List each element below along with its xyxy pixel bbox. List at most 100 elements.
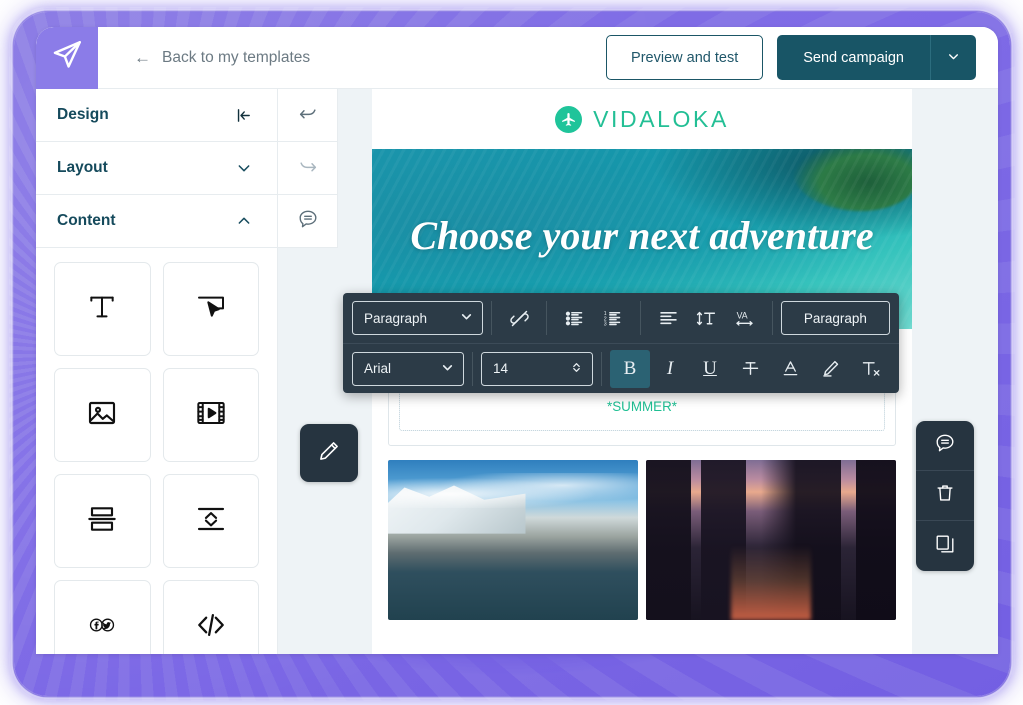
- edit-block-button[interactable]: [300, 424, 358, 482]
- airplane-icon: [555, 105, 583, 133]
- format-toolbar-row-2: Arial 14 B I U: [343, 343, 899, 393]
- back-to-templates-label: Back to my templates: [162, 48, 311, 66]
- back-to-templates-link[interactable]: ← Back to my templates: [134, 49, 310, 67]
- numbered-list-icon[interactable]: 1 2 3: [594, 299, 632, 337]
- block-tile-image[interactable]: [54, 368, 151, 462]
- block-tile-spacer[interactable]: [162, 474, 259, 568]
- sidebar-section-design[interactable]: Design: [36, 89, 277, 142]
- format-toolbar-row-1: Paragraph 1 2 3 VA Paragraph: [343, 293, 899, 343]
- send-campaign-split-button: Send campaign: [777, 35, 976, 80]
- undo-redo-rail: [278, 89, 338, 248]
- italic-icon[interactable]: I: [650, 350, 690, 388]
- photo-glacier[interactable]: [388, 460, 638, 620]
- send-campaign-button[interactable]: Send campaign: [777, 35, 930, 80]
- unlink-icon[interactable]: [500, 299, 538, 337]
- preview-and-test-button[interactable]: Preview and test: [606, 35, 764, 80]
- align-left-icon[interactable]: [649, 299, 687, 337]
- italic-glyph: I: [666, 357, 674, 379]
- block-tile-divider[interactable]: [54, 474, 151, 568]
- brand-name: VIDALOKA: [593, 105, 729, 132]
- sidebar-section-content[interactable]: Content: [36, 195, 277, 248]
- divider-icon: [86, 503, 118, 540]
- block-tile-button[interactable]: [162, 262, 259, 356]
- comment-icon: [297, 208, 319, 235]
- collapse-panel-icon[interactable]: [235, 107, 252, 124]
- top-bar: ← Back to my templates Preview and test …: [36, 27, 998, 89]
- email-brand-header: VIDALOKA: [372, 89, 912, 149]
- photo-city[interactable]: [646, 460, 896, 620]
- bulleted-list-icon[interactable]: [555, 299, 593, 337]
- block-tile-text[interactable]: [54, 262, 151, 356]
- comment-button[interactable]: [278, 195, 338, 248]
- promo-code: *SUMMER*: [607, 399, 677, 414]
- font-family-value: Arial: [364, 361, 392, 376]
- letter-spacing-icon[interactable]: VA: [726, 299, 764, 337]
- font-size-input[interactable]: 14: [481, 351, 593, 386]
- comment-action[interactable]: [916, 421, 974, 471]
- paragraph-button[interactable]: Paragraph: [780, 301, 890, 335]
- stepper-up-down-icon[interactable]: [570, 359, 583, 379]
- app-logo[interactable]: [36, 27, 98, 89]
- text-t-icon: [86, 291, 118, 328]
- redo-button[interactable]: [278, 142, 338, 195]
- hero-title: Choose your next adventure: [410, 213, 874, 258]
- clear-formatting-icon[interactable]: [850, 350, 890, 388]
- undo-button[interactable]: [278, 89, 338, 142]
- chevron-down-icon: [947, 50, 960, 66]
- chevron-down-icon: [460, 310, 473, 326]
- block-tile-video[interactable]: [162, 368, 259, 462]
- cursor-button-icon: [195, 291, 227, 328]
- paragraph-style-value: Paragraph: [364, 310, 428, 326]
- toolbar-divider: [640, 301, 641, 335]
- undo-icon: [297, 102, 319, 129]
- bold-glyph: B: [623, 357, 637, 379]
- social-icon: [86, 609, 118, 646]
- code-icon: [195, 609, 227, 646]
- block-actions-rail: [916, 421, 974, 571]
- image-icon: [86, 397, 118, 434]
- duplicate-action[interactable]: [916, 521, 974, 571]
- chevron-up-icon[interactable]: [236, 213, 252, 229]
- font-size-value: 14: [493, 361, 509, 376]
- delete-action[interactable]: [916, 471, 974, 521]
- photo-row: [388, 460, 896, 620]
- redo-icon: [297, 155, 319, 182]
- pencil-icon: [317, 439, 341, 468]
- send-campaign-dropdown-button[interactable]: [930, 35, 976, 80]
- underline-glyph: U: [703, 357, 717, 379]
- sidebar-section-content-label: Content: [57, 212, 116, 229]
- paper-plane-icon: [50, 38, 84, 77]
- toolbar-divider: [771, 301, 773, 335]
- svg-text:3: 3: [604, 321, 607, 327]
- block-tile-social[interactable]: [54, 580, 151, 654]
- chevron-down-icon[interactable]: [236, 160, 252, 176]
- chevron-down-icon: [441, 361, 454, 377]
- spacer-icon: [195, 503, 227, 540]
- highlighter-icon[interactable]: [810, 350, 850, 388]
- font-family-select[interactable]: Arial: [352, 351, 464, 386]
- bold-icon[interactable]: B: [610, 349, 650, 388]
- sidebar-section-layout[interactable]: Layout: [36, 142, 277, 195]
- toolbar-divider: [472, 351, 473, 386]
- text-color-icon[interactable]: [770, 350, 810, 388]
- toolbar-divider: [491, 301, 493, 335]
- arrow-left-icon: ←: [134, 48, 151, 67]
- toolbar-divider: [601, 351, 602, 386]
- strikethrough-icon[interactable]: [730, 350, 770, 388]
- duplicate-icon: [934, 533, 956, 560]
- text-format-toolbar: Paragraph 1 2 3 VA Paragraph Arial 14 B …: [343, 293, 899, 393]
- sidebar-section-layout-label: Layout: [57, 159, 108, 176]
- line-height-icon[interactable]: [687, 299, 725, 337]
- sidebar-section-design-label: Design: [57, 106, 109, 123]
- paragraph-style-select[interactable]: Paragraph: [352, 301, 484, 335]
- content-blocks-grid: [36, 248, 277, 654]
- left-sidebar: Design Layout Content: [36, 89, 278, 654]
- film-play-icon: [195, 397, 227, 434]
- trash-icon: [934, 482, 956, 509]
- comment-icon: [934, 432, 956, 459]
- block-tile-html[interactable]: [162, 580, 259, 654]
- top-bar-actions: Preview and test Send campaign: [606, 35, 976, 80]
- svg-text:VA: VA: [737, 310, 748, 320]
- device-frame-wrapper: ← Back to my templates Preview and test …: [0, 0, 1023, 705]
- underline-icon[interactable]: U: [690, 350, 730, 388]
